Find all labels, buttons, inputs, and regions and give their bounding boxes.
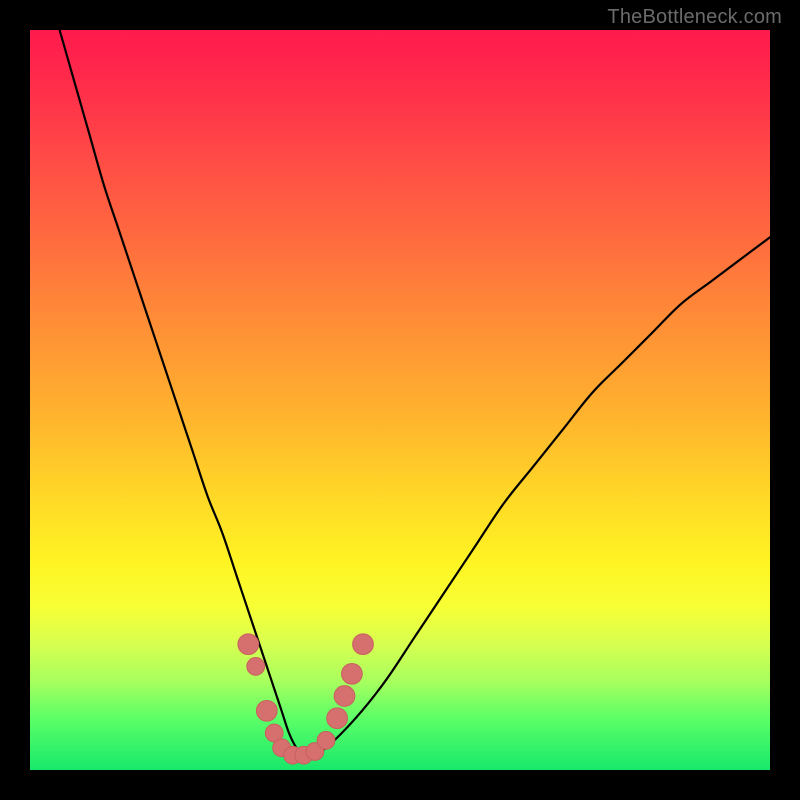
outer-frame: TheBottleneck.com	[0, 0, 800, 800]
trough-marker	[342, 663, 363, 684]
trough-marker	[334, 686, 355, 707]
chart-svg	[30, 30, 770, 770]
plot-area	[30, 30, 770, 770]
trough-marker	[256, 700, 277, 721]
trough-markers	[238, 634, 373, 764]
trough-marker	[317, 732, 335, 750]
bottleneck-curve	[60, 30, 770, 756]
trough-marker	[327, 708, 348, 729]
trough-marker	[238, 634, 259, 655]
watermark-text: TheBottleneck.com	[607, 6, 782, 29]
trough-marker	[353, 634, 374, 655]
trough-marker	[247, 658, 265, 676]
